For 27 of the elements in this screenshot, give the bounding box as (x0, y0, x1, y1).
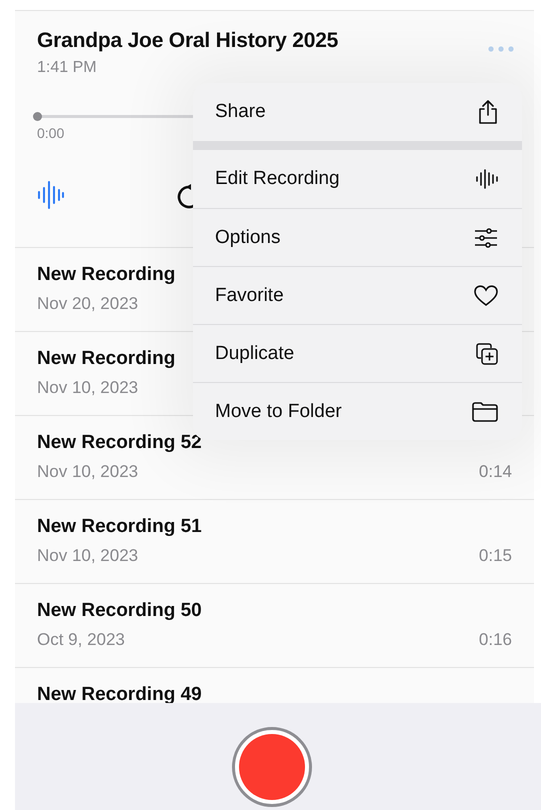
sliders-icon (474, 228, 498, 248)
recording-title: Grandpa Joe Oral History 2025 (37, 29, 338, 53)
folder-icon (472, 402, 498, 422)
menu-item[interactable]: Edit Recording (193, 150, 522, 208)
waveform-icon[interactable] (37, 181, 65, 209)
recording-name[interactable]: New Recording 49 (37, 684, 512, 706)
menu-item[interactable]: Share (193, 83, 522, 141)
recording-name[interactable]: New Recording 51 (37, 516, 512, 538)
duplicate-icon (476, 342, 498, 364)
heart-icon (474, 285, 498, 306)
recording-date: Nov 20, 2023 (37, 294, 138, 314)
share-icon (478, 100, 498, 124)
recording-date: Nov 10, 2023 (37, 462, 138, 482)
waveform-icon (476, 169, 498, 189)
recording-name[interactable]: New Recording 50 (37, 600, 512, 622)
elapsed-time: 0:00 (37, 125, 66, 141)
menu-item[interactable]: Duplicate (193, 324, 522, 382)
recording-duration: 0:16 (478, 630, 512, 650)
recording-time: 1:41 PM (37, 59, 98, 77)
recording-duration: 0:14 (478, 462, 512, 482)
menu-item[interactable]: Favorite (193, 266, 522, 324)
recording-date: Nov 10, 2023 (37, 546, 138, 566)
menu-item[interactable]: Options (193, 208, 522, 266)
recording-date: Nov 10, 2023 (37, 378, 138, 398)
recording-date: Oct 9, 2023 (37, 630, 125, 650)
recording-duration: 0:15 (478, 546, 512, 566)
progress-thumb[interactable] (33, 112, 42, 121)
